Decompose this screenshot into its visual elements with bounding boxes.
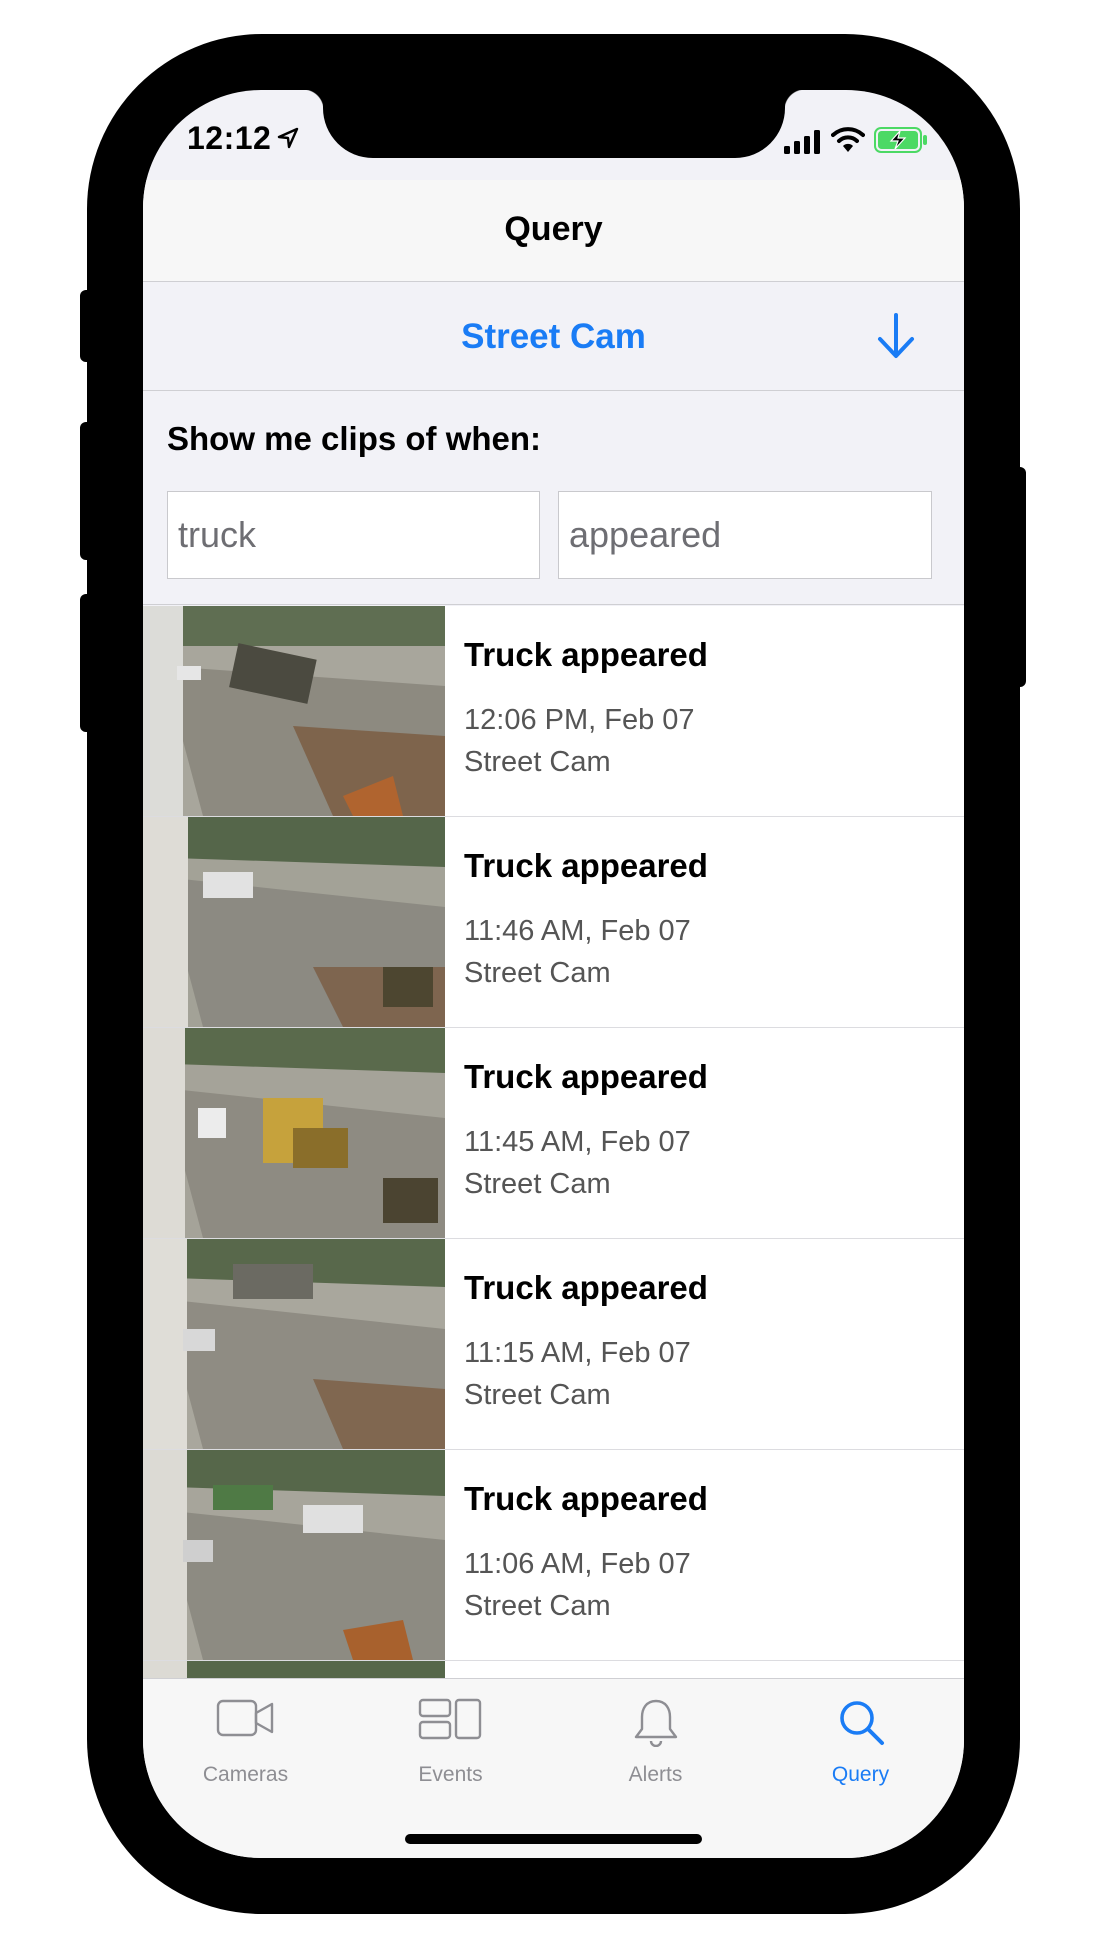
result-time: 12:06 PM, Feb 07 [464,704,695,736]
result-camera: Street Cam [464,957,611,989]
clip-thumbnail[interactable] [143,1450,445,1660]
result-title: Truck appeared [464,636,708,673]
query-subject-field[interactable]: truck [167,491,540,579]
result-camera: Street Cam [464,1379,611,1411]
tab-label: Query [831,1763,890,1786]
page-title: Query [504,210,603,248]
result-time: 11:15 AM, Feb 07 [464,1337,691,1369]
volume-up-button [80,422,94,560]
arrow-down-icon[interactable] [874,311,918,361]
result-title: Truck appeared [464,847,708,884]
screen: 12:12 Query Street Cam Show me clips of … [143,90,964,1858]
video-camera-icon [216,1699,273,1737]
result-time: 11:46 AM, Feb 07 [464,915,691,947]
query-builder: Show me clips of when: truck appeared [143,392,964,605]
magnifying-glass-icon [839,1701,884,1745]
result-title: Truck appeared [464,1480,708,1517]
navigation-bar: Query [143,180,964,282]
cellular-signal-icon [784,130,820,154]
list-item[interactable]: Truck appeared 11:46 AM, Feb 07 Street C… [143,817,964,1028]
mute-switch [80,290,94,362]
notch [303,90,805,158]
clip-thumbnail[interactable] [143,1028,445,1238]
tab-label: Events [418,1763,483,1786]
result-time: 11:06 AM, Feb 07 [464,1548,691,1580]
battery-charging-icon [874,127,927,153]
clip-thumbnail[interactable] [143,606,445,816]
wifi-icon [831,127,865,152]
result-title: Truck appeared [464,1058,708,1095]
result-camera: Street Cam [464,746,611,778]
tab-query[interactable]: Query [758,1679,963,1799]
camera-selector[interactable]: Street Cam [143,283,964,391]
status-time: 12:12 [187,120,272,156]
clip-thumbnail[interactable] [143,817,445,1027]
list-item[interactable] [143,1661,964,1678]
list-item[interactable]: Truck appeared 12:06 PM, Feb 07 Street C… [143,606,964,817]
result-camera: Street Cam [464,1168,611,1200]
events-grid-icon [418,1698,481,1740]
result-camera: Street Cam [464,1590,611,1622]
result-time: 11:45 AM, Feb 07 [464,1126,691,1158]
clip-thumbnail[interactable] [143,1661,445,1678]
tab-cameras[interactable]: Cameras [143,1679,348,1799]
tab-alerts[interactable]: Alerts [553,1679,758,1799]
list-item[interactable]: Truck appeared 11:45 AM, Feb 07 Street C… [143,1028,964,1239]
power-button [1012,467,1026,687]
location-arrow-icon [277,127,299,149]
tab-bar: Cameras Events Alerts Query [143,1678,964,1858]
query-prompt: Show me clips of when: [167,420,542,457]
list-item[interactable]: Truck appeared 11:06 AM, Feb 07 Street C… [143,1450,964,1661]
clip-thumbnail[interactable] [143,1239,445,1449]
bell-icon [634,1699,677,1747]
tab-label: Alerts [628,1763,683,1786]
tab-events[interactable]: Events [348,1679,553,1799]
tab-label: Cameras [202,1763,289,1786]
result-title: Truck appeared [464,1269,708,1306]
camera-selector-label[interactable]: Street Cam [143,317,964,357]
list-item[interactable]: Truck appeared 11:15 AM, Feb 07 Street C… [143,1239,964,1450]
results-list[interactable]: Truck appeared 12:06 PM, Feb 07 Street C… [143,606,964,1678]
home-indicator[interactable] [405,1834,702,1844]
query-action-field[interactable]: appeared [558,491,932,579]
volume-down-button [80,594,94,732]
